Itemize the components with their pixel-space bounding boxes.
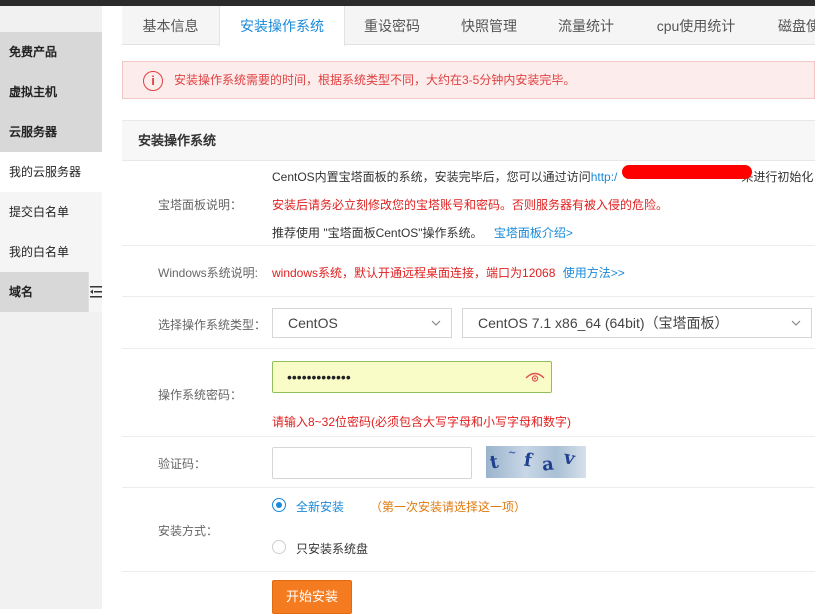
os-type-label: 选择操作系统类型： — [158, 318, 267, 332]
windows-desc: windows系统，默认开通远程桌面连接，端口为12068 使用方法>> — [272, 264, 625, 281]
sidebar-collapse-button[interactable] — [88, 272, 102, 312]
os-type-row: 选择操作系统类型： CentOS CentOS 7.1 x86_64 (64bi… — [122, 297, 815, 349]
bt-panel-line1-suffix: 来进行初始化 — [741, 170, 814, 184]
sidebar-item-free-products[interactable]: 免费产品 — [0, 32, 102, 72]
captcha-char: a — [540, 453, 555, 476]
captcha-input[interactable] — [272, 447, 472, 479]
alert-text: 安装操作系统需要的时间，根据系统类型不同，大约在3-5分钟内安装完毕。 — [174, 73, 576, 87]
windows-row: Windows系统说明: windows系统，默认开通远程桌面连接，端口为120… — [122, 246, 815, 297]
sidebar-item-label: 虚拟主机 — [9, 85, 58, 99]
radio-fresh-install[interactable] — [272, 498, 286, 512]
windows-usage-link[interactable]: 使用方法>> — [563, 266, 625, 280]
password-value: ••••••••••••• — [287, 369, 351, 385]
captcha-image[interactable]: t ~ f a v — [486, 446, 586, 478]
chevron-down-icon — [431, 320, 441, 326]
captcha-row: 验证码： t ~ f a v — [122, 437, 815, 488]
main-content: 基本信息 安装操作系统 重设密码 快照管理 流量统计 cpu使用统计 磁盘使 i… — [122, 6, 815, 614]
option-fresh-install-label[interactable]: 全新安装 — [296, 498, 344, 515]
bt-panel-intro-link[interactable]: 宝塔面板介绍> — [494, 226, 573, 240]
sidebar-item-label: 域名 — [9, 285, 34, 299]
bt-panel-line3-text: 推荐使用 "宝塔面板CentOS"操作系统。 — [272, 226, 483, 240]
redaction-mark — [622, 165, 752, 179]
captcha-char: v — [561, 447, 577, 470]
os-version-value: CentOS 7.1 x86_64 (64bit)（宝塔面板） — [478, 315, 729, 331]
captcha-noise: ~ — [508, 448, 517, 459]
os-version-select[interactable]: CentOS 7.1 x86_64 (64bit)（宝塔面板） — [462, 308, 812, 338]
sidebar-item-label: 免费产品 — [9, 45, 58, 59]
sidebar-item-submit-whitelist[interactable]: 提交白名单 — [0, 192, 102, 232]
tab-disk[interactable]: 磁盘使 — [759, 6, 815, 45]
tab-traffic-stats[interactable]: 流量统计 — [539, 6, 633, 45]
sidebar-item-label: 我的云服务器 — [9, 165, 82, 179]
sidebar-item-label: 提交白名单 — [9, 205, 70, 219]
windows-label: Windows系统说明: — [158, 266, 259, 280]
radio-system-disk-only[interactable] — [272, 540, 286, 554]
panel-title: 安装操作系统 — [122, 121, 815, 161]
eye-icon[interactable] — [525, 370, 545, 384]
install-mode-label: 安装方式： — [158, 524, 219, 538]
bt-panel-line1-text: CentOS内置宝塔面板的系统，安装完毕后，您可以通过访问 — [272, 170, 591, 184]
bt-panel-url-link[interactable]: http:/ — [591, 170, 618, 184]
sidebar-item-my-whitelist[interactable]: 我的白名单 — [0, 232, 102, 272]
windows-text: windows系统，默认开通远程桌面连接，端口为12068 — [272, 266, 556, 280]
tab-snapshot[interactable]: 快照管理 — [439, 6, 539, 45]
sidebar: 免费产品 虚拟主机 云服务器 我的云服务器 提交白名单 我的白名单 域名 — [0, 6, 102, 609]
password-input[interactable]: ••••••••••••• — [272, 361, 552, 393]
info-alert: i 安装操作系统需要的时间，根据系统类型不同，大约在3-5分钟内安装完毕。 — [122, 61, 815, 99]
option-system-disk-only-label[interactable]: 只安装系统盘 — [296, 540, 368, 557]
captcha-char: t — [488, 451, 501, 474]
os-family-select[interactable]: CentOS — [272, 308, 452, 338]
tab-bar: 基本信息 安装操作系统 重设密码 快照管理 流量统计 cpu使用统计 磁盘使 — [122, 6, 815, 46]
sidebar-item-my-cloud-server[interactable]: 我的云服务器 — [0, 152, 102, 192]
sidebar-item-virtual-host[interactable]: 虚拟主机 — [0, 72, 102, 112]
captcha-char: f — [522, 449, 534, 472]
bt-panel-label: 宝塔面板说明： — [158, 198, 243, 212]
install-mode-row: 安装方式： 全新安装 （第一次安装请选择这一项） 只安装系统盘 — [122, 488, 815, 572]
captcha-label: 验证码： — [158, 457, 207, 471]
option-fresh-install-note: （第一次安装请选择这一项） — [370, 500, 527, 514]
collapse-menu-icon — [89, 286, 102, 298]
sidebar-item-label: 云服务器 — [9, 125, 58, 139]
sidebar-item-domain[interactable]: 域名 — [0, 272, 102, 312]
password-row: 操作系统密码： ••••••••••••• 请输入8~32位密码(必须包含大写字… — [122, 349, 815, 437]
os-family-value: CentOS — [288, 315, 338, 331]
tab-basic-info[interactable]: 基本信息 — [122, 6, 219, 45]
bt-panel-warning: 安装后请务必立刻修改您的宝塔账号和密码。否则服务器有被入侵的危险。 — [272, 198, 669, 212]
password-hint: 请输入8~32位密码(必须包含大写字母和小写字母和数字) — [272, 415, 572, 429]
tab-install-os[interactable]: 安装操作系统 — [219, 6, 345, 46]
tab-reset-password[interactable]: 重设密码 — [345, 6, 439, 45]
bt-panel-row: 宝塔面板说明： CentOS内置宝塔面板的系统，安装完毕后，您可以通过访问htt… — [122, 161, 815, 246]
chevron-down-icon — [791, 320, 801, 326]
sidebar-item-cloud-server[interactable]: 云服务器 — [0, 112, 102, 152]
info-icon: i — [143, 71, 163, 91]
bt-panel-line3: 推荐使用 "宝塔面板CentOS"操作系统。 宝塔面板介绍> — [272, 224, 573, 241]
tab-cpu-stats[interactable]: cpu使用统计 — [633, 6, 759, 45]
sidebar-item-label: 我的白名单 — [9, 245, 70, 259]
password-label: 操作系统密码： — [158, 388, 243, 402]
install-os-panel: 安装操作系统 宝塔面板说明： CentOS内置宝塔面板的系统，安装完毕后，您可以… — [122, 120, 815, 614]
